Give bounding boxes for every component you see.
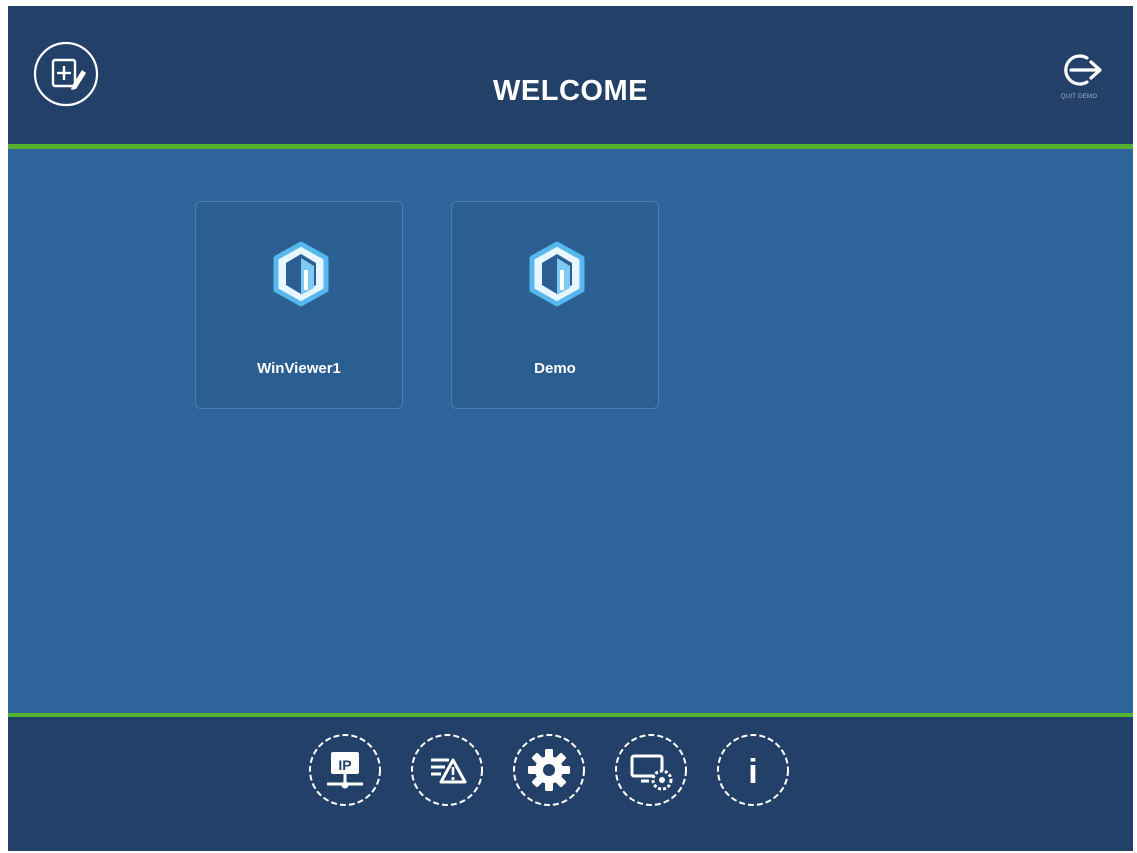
project-tile-winviewer1[interactable]: WinViewer1	[195, 201, 403, 409]
quit-demo-label: QUIT DEMO	[1060, 94, 1098, 100]
project-tile-label: WinViewer1	[257, 360, 341, 377]
gear-icon	[513, 734, 585, 806]
ip-settings-button[interactable]: IP	[307, 732, 383, 808]
alarm-log-button[interactable]	[409, 732, 485, 808]
page-title: WELCOME	[493, 75, 648, 107]
ip-network-icon: IP	[309, 734, 381, 806]
info-icon: i	[717, 734, 789, 806]
settings-button[interactable]	[511, 732, 587, 808]
quit-demo-button[interactable]: QUIT DEMO	[1049, 48, 1109, 108]
info-glyph: i	[748, 753, 757, 791]
project-tile-label: Demo	[534, 360, 576, 377]
ip-text: IP	[338, 757, 351, 773]
display-settings-button[interactable]	[613, 732, 689, 808]
monitor-gear-icon	[615, 734, 687, 806]
footer-toolbar: IP i	[8, 717, 1133, 851]
project-grid: WinViewer1 Demo	[8, 149, 1133, 713]
alarm-list-icon	[411, 734, 483, 806]
info-button[interactable]: i	[715, 732, 791, 808]
header-bar: WELCOME QUIT DEMO	[8, 6, 1133, 144]
app-window: WELCOME QUIT DEMO WinViewer1 Demo IP i	[8, 6, 1133, 851]
hexagon-building-icon	[273, 241, 329, 307]
hexagon-building-icon	[529, 241, 585, 307]
project-tile-demo[interactable]: Demo	[451, 201, 659, 409]
exit-icon	[1064, 54, 1102, 86]
